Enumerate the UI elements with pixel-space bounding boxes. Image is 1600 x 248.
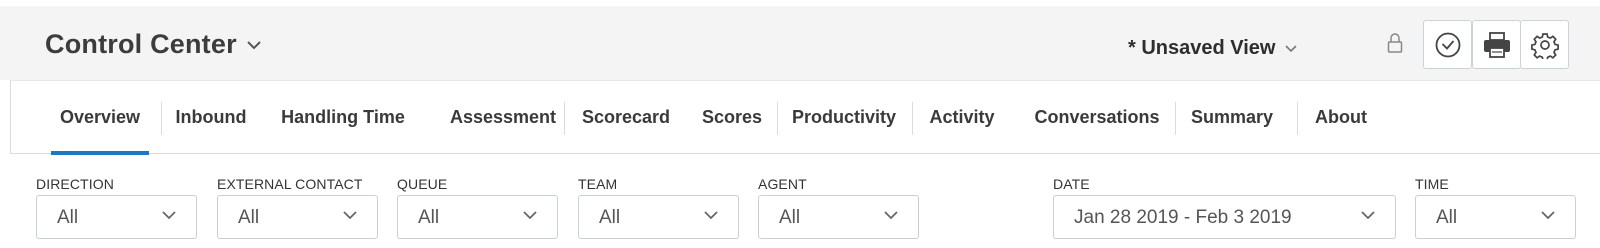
tab-bar: Overview Inbound Handling Time Assessmen… bbox=[10, 80, 1600, 155]
direction-filter-label: DIRECTION bbox=[36, 176, 114, 192]
external-contact-filter-value: All bbox=[238, 207, 260, 228]
tab-about[interactable]: About bbox=[1311, 81, 1371, 154]
chevron-down-icon bbox=[1361, 211, 1375, 220]
chevron-down-icon bbox=[343, 211, 357, 220]
chevron-down-icon bbox=[523, 211, 537, 220]
tab-handling-time[interactable]: Handling Time bbox=[281, 81, 405, 154]
chevron-down-icon bbox=[162, 211, 176, 220]
agent-filter-value: All bbox=[779, 207, 801, 228]
external-contact-filter-select[interactable]: All bbox=[217, 195, 378, 239]
print-button[interactable] bbox=[1472, 20, 1521, 69]
queue-filter-select[interactable]: All bbox=[397, 195, 558, 239]
chevron-down-icon bbox=[1285, 45, 1298, 53]
external-contact-filter-label: EXTERNAL CONTACT bbox=[217, 176, 363, 192]
clock-icon bbox=[1435, 32, 1460, 57]
tab-assessment[interactable]: Assessment bbox=[438, 81, 568, 154]
team-filter-value: All bbox=[599, 207, 621, 228]
tab-activity[interactable]: Activity bbox=[926, 81, 998, 154]
queue-filter-value: All bbox=[418, 207, 440, 228]
time-filter-value: All bbox=[1436, 207, 1458, 228]
tab-scorecard[interactable]: Scorecard bbox=[582, 81, 670, 154]
date-range-picker[interactable]: Jan 28 2019 - Feb 3 2019 bbox=[1053, 195, 1396, 239]
tab-divider bbox=[777, 102, 778, 135]
top-bar: Control Center * Unsaved View bbox=[0, 0, 1600, 80]
tab-overview[interactable]: Overview bbox=[51, 81, 149, 155]
tab-divider bbox=[564, 102, 565, 135]
view-selector[interactable]: * Unsaved View bbox=[1128, 30, 1298, 66]
tab-divider bbox=[1175, 102, 1176, 135]
tab-summary[interactable]: Summary bbox=[1189, 81, 1275, 154]
view-name: * Unsaved View bbox=[1128, 36, 1276, 59]
tab-productivity[interactable]: Productivity bbox=[791, 81, 897, 154]
team-filter-label: TEAM bbox=[578, 176, 618, 192]
direction-filter-value: All bbox=[57, 207, 79, 228]
agent-filter-label: AGENT bbox=[758, 176, 807, 192]
chevron-down-icon bbox=[884, 211, 898, 220]
tab-inbound[interactable]: Inbound bbox=[175, 81, 247, 154]
tab-scores[interactable]: Scores bbox=[701, 81, 763, 154]
gear-icon bbox=[1530, 32, 1559, 59]
date-filter-label: DATE bbox=[1053, 176, 1090, 192]
tab-divider bbox=[161, 102, 162, 135]
time-filter-label: TIME bbox=[1415, 176, 1449, 192]
tab-conversations[interactable]: Conversations bbox=[1031, 81, 1163, 154]
queue-filter-label: QUEUE bbox=[397, 176, 448, 192]
team-filter-select[interactable]: All bbox=[578, 195, 739, 239]
lock-icon[interactable] bbox=[1387, 32, 1403, 54]
direction-filter-select[interactable]: All bbox=[36, 195, 197, 239]
settings-button[interactable] bbox=[1520, 20, 1569, 69]
refresh-schedule-button[interactable] bbox=[1423, 20, 1472, 69]
chevron-down-icon bbox=[1541, 211, 1555, 220]
chevron-down-icon bbox=[704, 211, 718, 220]
dashboard-title-dropdown[interactable]: Control Center bbox=[45, 24, 261, 64]
agent-filter-select[interactable]: All bbox=[758, 195, 919, 239]
printer-icon bbox=[1483, 31, 1510, 58]
date-range-value: Jan 28 2019 - Feb 3 2019 bbox=[1074, 207, 1292, 228]
chevron-down-icon bbox=[247, 40, 261, 49]
tab-divider bbox=[1297, 102, 1298, 135]
tab-divider bbox=[912, 102, 913, 135]
dashboard-title: Control Center bbox=[45, 28, 237, 59]
time-filter-select[interactable]: All bbox=[1415, 195, 1576, 239]
